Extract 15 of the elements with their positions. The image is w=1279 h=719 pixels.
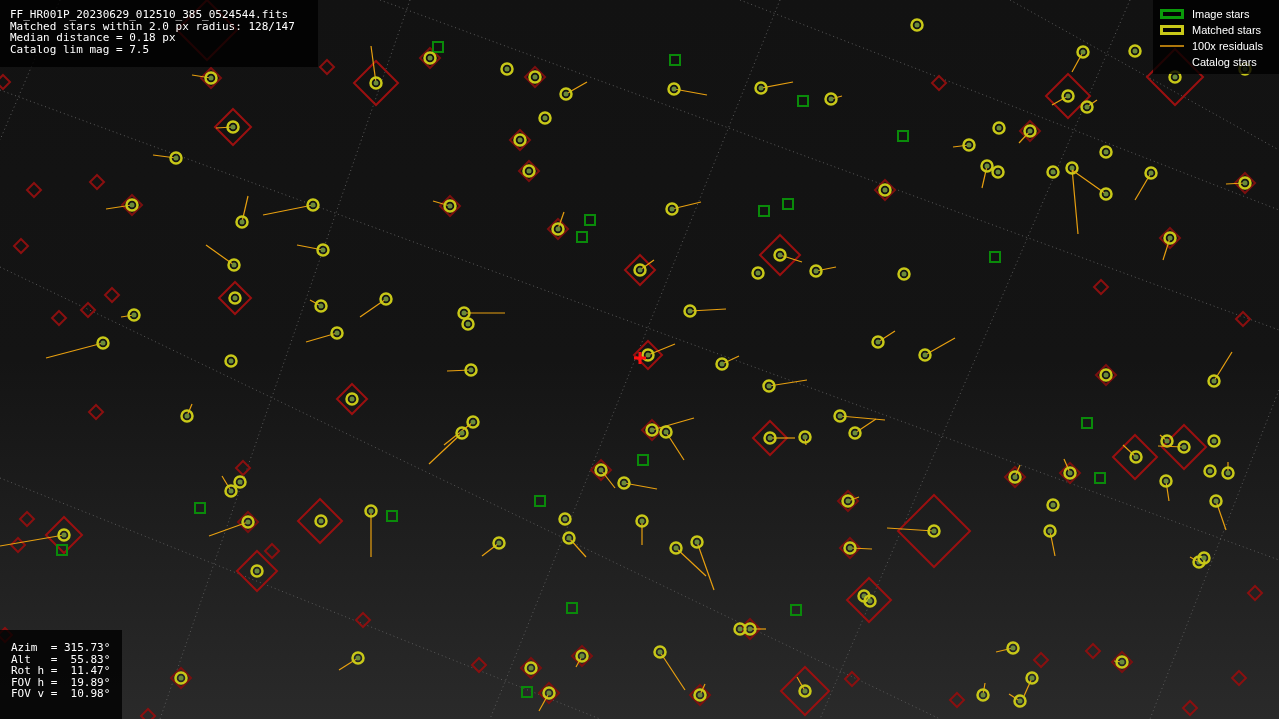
pointing-text: FOV v = 10.98°: [11, 688, 111, 700]
pointing-text: Alt = 55.83°: [11, 653, 111, 665]
info-text: Catalog lim mag = 7.5: [10, 43, 150, 55]
pointing-text: FOV h = 19.89°: [11, 676, 111, 688]
rectangle-icon: [1160, 9, 1184, 19]
info-text: Median distance = 0.18 px: [10, 32, 176, 44]
pointing-text: Rot h = 11.47°: [11, 665, 111, 677]
legend-label: Catalog stars: [1192, 54, 1257, 70]
info-text: FF_HR001P_20230629_012510_385_0524544.fits: [10, 9, 289, 21]
info-text: Matched stars within 2.0 px radius: 128/147: [10, 20, 295, 32]
legend-label: Matched stars: [1192, 22, 1262, 38]
rectangle-icon: [1160, 25, 1184, 35]
legend-label: 100x residuals: [1192, 38, 1263, 54]
pointing-text: Azim = 315.73°: [11, 642, 111, 654]
legend-label: Image stars: [1192, 6, 1250, 22]
